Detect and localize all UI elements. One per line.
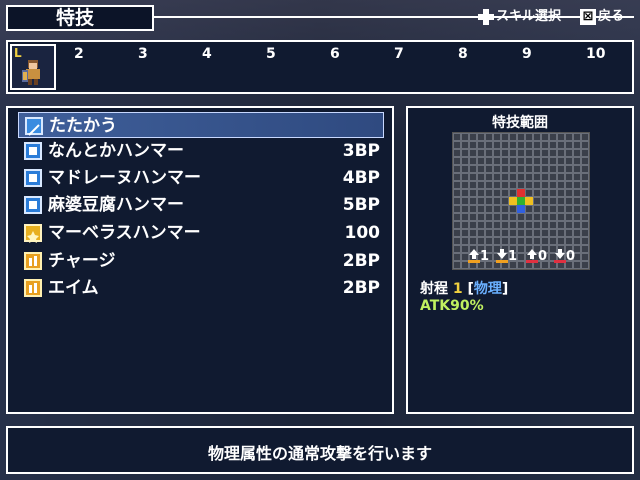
effect-value: 0 [538, 248, 548, 264]
description-panel: 物理属性の通常攻撃を行います [6, 426, 634, 474]
effect-value: 0 [566, 248, 576, 264]
bracket-close: ] [501, 281, 509, 297]
hammer-icon [24, 169, 42, 187]
range-line: 射程 1 [物理] [420, 278, 508, 298]
range-type: 物理 [473, 281, 502, 297]
effect-item: 0 [554, 248, 575, 264]
back-button[interactable]: ⊠ 戻る [580, 8, 624, 26]
level-7[interactable]: 7 [394, 46, 404, 62]
skill-select-label: スキル選択 [496, 9, 562, 24]
effect-item: 0 [526, 248, 547, 264]
level-strip: L 2 3 4 5 6 7 8 9 10 [6, 40, 634, 94]
back-label: 戻る [598, 9, 625, 24]
range-cell-right [525, 197, 533, 205]
buff-icon [24, 279, 42, 297]
effect-value: 1 [508, 248, 518, 264]
range-cell-bottom [517, 205, 525, 213]
skill-list: たたかう なんとかハンマー 3BP マドレーヌハンマー 4BP 麻婆豆腐ハンマー… [6, 106, 394, 414]
range-title: 特技範囲 [492, 115, 548, 131]
dpad-icon [478, 9, 494, 25]
range-label: 射程 [420, 281, 448, 297]
range-cell-center [517, 197, 525, 205]
level-3[interactable]: 3 [138, 46, 148, 62]
skill-row-marvelous-hammer[interactable]: マーベラスハンマー 100 [18, 220, 384, 246]
range-value: 1 [452, 281, 463, 297]
skill-cost: 5BP [342, 195, 380, 215]
skill-row-mabo-hammer[interactable]: 麻婆豆腐ハンマー 5BP [18, 192, 384, 218]
skill-name: たたかう [49, 116, 117, 136]
page-title-box: 特技 [6, 5, 154, 31]
skill-row-tatakau[interactable]: たたかう [18, 112, 384, 138]
level-8[interactable]: 8 [458, 46, 468, 62]
effect-item: 1 [468, 248, 489, 264]
skill-row-aim[interactable]: エイム 2BP [18, 275, 384, 301]
effect-item: 1 [496, 248, 517, 264]
skill-row-nantoka-hammer[interactable]: なんとかハンマー 3BP [18, 138, 384, 164]
level-2[interactable]: 2 [74, 46, 84, 62]
skill-cost: 4BP [342, 168, 380, 188]
special-icon [24, 224, 42, 243]
skill-name: なんとかハンマー [48, 141, 184, 161]
level-10[interactable]: 10 [586, 46, 605, 62]
character-portrait[interactable]: L [10, 44, 56, 90]
skill-name: エイム [48, 278, 99, 298]
skill-name: マーベラスハンマー [48, 223, 201, 243]
skill-cost: 2BP [342, 278, 380, 298]
skill-name: チャージ [48, 251, 116, 271]
skill-row-madeleine-hammer[interactable]: マドレーヌハンマー 4BP [18, 165, 384, 191]
range-cell-left [509, 197, 517, 205]
down-arrow-icon [496, 249, 508, 263]
title-divider [154, 16, 634, 18]
hammer-icon [24, 196, 42, 214]
hammer-icon [24, 142, 42, 160]
skill-name: 麻婆豆腐ハンマー [48, 195, 184, 215]
skill-select-hint[interactable]: スキル選択 [478, 8, 561, 26]
range-cell-top [517, 189, 525, 197]
level-9[interactable]: 9 [522, 46, 532, 62]
cancel-button-icon: ⊠ [580, 9, 596, 25]
up-arrow-icon [526, 249, 538, 263]
skill-description: 物理属性の通常攻撃を行います [207, 444, 432, 463]
character-sprite-icon [22, 60, 40, 85]
sword-icon [25, 117, 43, 136]
buff-icon [24, 252, 42, 270]
attack-line: ATK90% [420, 298, 484, 314]
skill-cost: 100 [344, 223, 381, 243]
page-title: 特技 [56, 7, 95, 29]
skill-row-charge[interactable]: チャージ 2BP [18, 248, 384, 274]
effect-value: 1 [480, 248, 490, 264]
down-arrow-icon [554, 249, 566, 263]
skill-cost: 3BP [342, 141, 380, 161]
level-6[interactable]: 6 [330, 46, 340, 62]
level-5[interactable]: 5 [266, 46, 276, 62]
level-4[interactable]: 4 [202, 46, 212, 62]
skill-name: マドレーヌハンマー [48, 168, 201, 188]
up-arrow-icon [468, 249, 480, 263]
skill-range-panel: 特技範囲 1 1 0 0 射程 1 [物理] ATK90% [406, 106, 634, 414]
skill-cost: 2BP [342, 251, 380, 271]
